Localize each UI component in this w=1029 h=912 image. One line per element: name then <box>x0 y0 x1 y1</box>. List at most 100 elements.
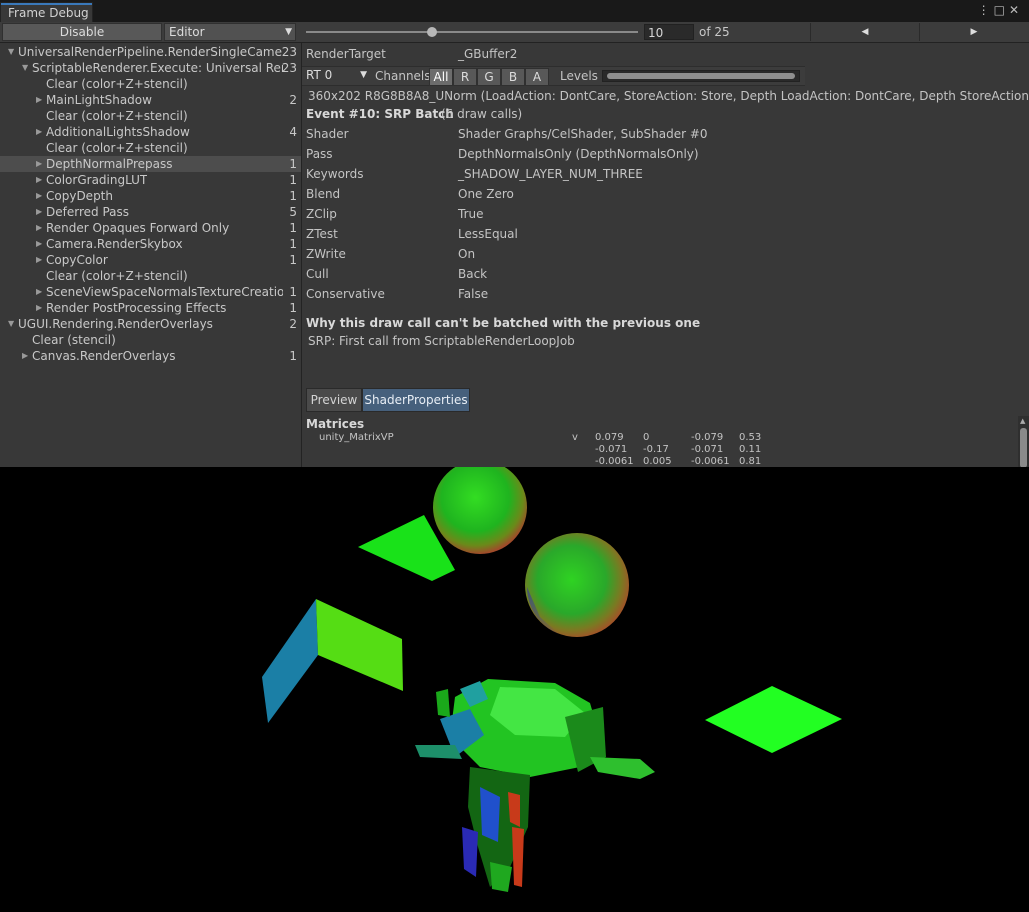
render-target-format: 360x202 R8G8B8A8_UNorm (LoadAction: Dont… <box>308 89 1029 103</box>
target-dropdown-value: Editor <box>169 25 205 39</box>
event-slider-track[interactable] <box>306 31 638 33</box>
property-key: Conservative <box>306 287 385 301</box>
collapsed-arrow-icon[interactable]: ▶ <box>36 204 42 220</box>
levels-slider[interactable] <box>602 70 800 82</box>
property-value: _SHADOW_LAYER_NUM_THREE <box>458 167 643 181</box>
matrix-stage: v <box>572 432 578 443</box>
tree-row[interactable]: ▶ Render PostProcessing Effects 1 <box>0 300 301 316</box>
matrices-heading: Matrices <box>306 417 365 431</box>
tree-row[interactable]: ▶ ColorGradingLUT 1 <box>0 172 301 188</box>
tree-row[interactable]: ▶ Render Opaques Forward Only 1 <box>0 220 301 236</box>
collapsed-arrow-icon[interactable]: ▶ <box>36 300 42 316</box>
window-controls[interactable]: ⋮□✕ <box>978 3 1023 17</box>
expanded-arrow-icon[interactable]: ▼ <box>8 316 14 332</box>
event-slider-knob[interactable] <box>427 27 438 37</box>
tree-row-count: 1 <box>289 301 297 315</box>
channel-b-button[interactable]: B <box>501 68 525 86</box>
channel-a-button[interactable]: A <box>525 68 549 86</box>
property-key: Pass <box>306 147 333 161</box>
chevron-down-icon: ▼ <box>285 27 292 37</box>
tree-row-label: Deferred Pass <box>46 205 129 219</box>
tree-row[interactable]: ▶ AdditionalLightsShadow 4 <box>0 124 301 140</box>
property-value: False <box>458 287 489 301</box>
tree-row-label: ColorGradingLUT <box>46 173 148 187</box>
batch-reason-text: SRP: First call from ScriptableRenderLoo… <box>308 334 575 348</box>
tree-row[interactable]: Clear (color+Z+stencil) <box>0 76 301 92</box>
target-dropdown[interactable]: Editor ▼ <box>164 23 296 41</box>
tree-row[interactable]: Clear (stencil) <box>0 332 301 348</box>
tree-row[interactable]: ▶ CopyDepth 1 <box>0 188 301 204</box>
gbuffer-normals-render <box>262 467 842 892</box>
tree-row[interactable]: ▼ ScriptableRenderer.Execute: Universal R… <box>0 60 301 76</box>
levels-range[interactable] <box>607 73 795 79</box>
tab-preview[interactable]: Preview <box>306 388 362 412</box>
property-key: ZTest <box>306 227 338 241</box>
channel-r-button[interactable]: R <box>453 68 477 86</box>
tree-row-label: Camera.RenderSkybox <box>46 237 183 251</box>
expanded-arrow-icon[interactable]: ▼ <box>22 60 28 76</box>
tree-row[interactable]: ▶ SceneViewSpaceNormalsTextureCreation 1 <box>0 284 301 300</box>
tree-row[interactable]: ▶ CopyColor 1 <box>0 252 301 268</box>
batch-reason-heading: Why this draw call can't be batched with… <box>306 316 701 330</box>
collapsed-arrow-icon[interactable]: ▶ <box>36 92 42 108</box>
collapsed-arrow-icon[interactable]: ▶ <box>36 124 42 140</box>
tree-row-label: Canvas.RenderOverlays <box>32 349 176 363</box>
tree-row[interactable]: ▶ Camera.RenderSkybox 1 <box>0 236 301 252</box>
matrix-cell: -0.071 <box>691 444 724 455</box>
tree-row[interactable]: ▼ UGUI.Rendering.RenderOverlays 2 <box>0 316 301 332</box>
tree-row-count: 23 <box>281 45 297 59</box>
collapsed-arrow-icon[interactable]: ▶ <box>36 252 42 268</box>
tree-row[interactable]: ▶ Deferred Pass 5 <box>0 204 301 220</box>
floor-tile-right <box>705 686 842 753</box>
collapsed-arrow-icon[interactable]: ▶ <box>36 220 42 236</box>
tree-row-count: 1 <box>289 285 297 299</box>
collapsed-arrow-icon[interactable]: ▶ <box>36 156 42 172</box>
scroll-up-icon[interactable]: ▲ <box>1020 417 1025 425</box>
collapsed-arrow-icon[interactable]: ▶ <box>36 236 42 252</box>
rt-dropdown[interactable]: RT 0 ▼ <box>302 67 370 85</box>
tree-row-count: 5 <box>289 205 297 219</box>
tree-row[interactable]: Clear (color+Z+stencil) <box>0 268 301 284</box>
property-value: True <box>458 207 484 221</box>
property-value: Back <box>458 267 488 281</box>
tree-row[interactable]: Clear (color+Z+stencil) <box>0 108 301 124</box>
event-index-field[interactable]: 10 <box>644 24 694 40</box>
render-target-options: RT 0 ▼ Channels All R G B A Levels <box>302 66 805 86</box>
collapsed-arrow-icon[interactable]: ▶ <box>36 172 42 188</box>
matrix-cell: 0.53 <box>739 432 762 443</box>
render-target-value: _GBuffer2 <box>458 47 518 61</box>
tab-shader-properties[interactable]: ShaderProperties <box>362 388 470 412</box>
tree-row-count: 1 <box>289 253 297 267</box>
property-value: One Zero <box>458 187 514 201</box>
property-key: ZClip <box>306 207 337 221</box>
collapsed-arrow-icon[interactable]: ▶ <box>36 188 42 204</box>
frame-debug-tab[interactable]: Frame Debug <box>0 2 93 22</box>
maximize-icon[interactable]: □ <box>994 3 1009 17</box>
collapsed-arrow-icon[interactable]: ▶ <box>36 284 42 300</box>
collapsed-arrow-icon[interactable]: ▶ <box>22 348 28 364</box>
matrix-cell: 0 <box>643 432 650 443</box>
more-options-icon[interactable]: ⋮ <box>978 3 994 17</box>
next-event-button[interactable]: ▶ <box>919 23 1028 41</box>
channel-all-button[interactable]: All <box>429 68 453 86</box>
channel-g-button[interactable]: G <box>477 68 501 86</box>
tree-row[interactable]: ▶ DepthNormalPrepass 1 <box>0 156 301 172</box>
tree-row[interactable]: ▶ MainLightShadow 2 <box>0 92 301 108</box>
rt-dropdown-value: RT 0 <box>306 68 333 82</box>
tree-row[interactable]: Clear (color+Z+stencil) <box>0 140 301 156</box>
close-icon[interactable]: ✕ <box>1009 3 1023 17</box>
previous-event-button[interactable]: ◀ <box>810 23 919 41</box>
chevron-down-icon: ▼ <box>360 70 367 80</box>
wall-green-face <box>316 599 403 691</box>
tree-row[interactable]: ▶ Canvas.RenderOverlays 1 <box>0 348 301 364</box>
expanded-arrow-icon[interactable]: ▼ <box>8 44 14 60</box>
disable-button[interactable]: Disable <box>2 23 162 41</box>
tree-row[interactable]: ▼ UniversalRenderPipeline.RenderSingleCam… <box>0 44 301 60</box>
matrix-cell: -0.071 <box>595 444 628 455</box>
scrollbar-thumb[interactable] <box>1020 428 1027 468</box>
tree-row-label: Render Opaques Forward Only <box>46 221 230 235</box>
toolbar: Disable Editor ▼ 10 of 25 ◀ ▶ <box>0 22 1029 43</box>
character-model <box>415 679 655 892</box>
property-key: Keywords <box>306 167 364 181</box>
tree-row-count: 2 <box>289 317 297 331</box>
